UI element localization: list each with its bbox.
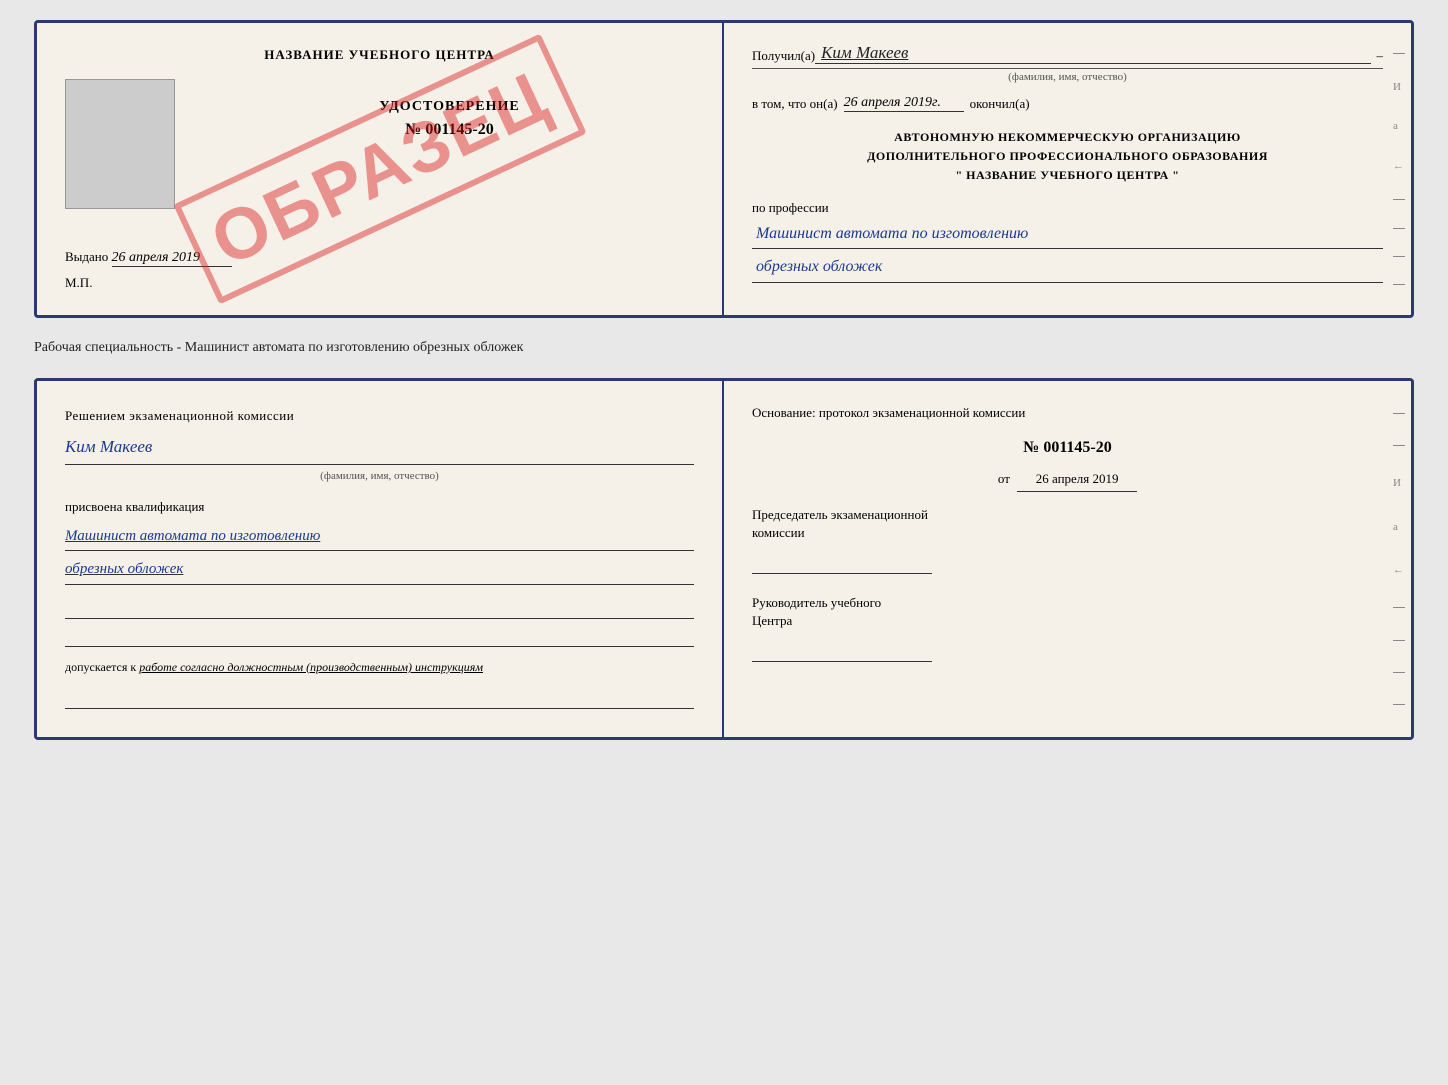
org-line2: ДОПОЛНИТЕЛЬНОГО ПРОФЕССИОНАЛЬНОГО ОБРАЗО… [752,147,1383,166]
profession-value1: Машинист автомата по изготовлению [752,220,1383,250]
допускается-value: работе согласно должностным (производств… [139,660,483,674]
edge2-char-И: И [1393,477,1405,489]
edge2-line-4 [1393,640,1405,641]
edge2-line-1 [1393,413,1405,414]
qual-label: присвоена квалификация [65,496,694,518]
issued-date: 26 апреля 2019 [112,250,232,267]
director-label: Руководитель учебного [752,594,1383,612]
person-name-subtitle: (фамилия, имя, отчество) [65,467,694,486]
profession-value2: обрезных обложек [752,253,1383,283]
top-document-pair: НАЗВАНИЕ УЧЕБНОГО ЦЕНТРА УДОСТОВЕРЕНИЕ №… [34,20,1414,318]
received-label: Получил(а) [752,48,815,64]
chairman-label: Председатель экзаменационной [752,506,1383,524]
photo-placeholder [65,79,175,209]
blank-line-2 [65,623,694,647]
edge-char-И: И [1393,81,1405,93]
edge2-line-6 [1393,704,1405,705]
name-subtitle-top: (фамилия, имя, отчество) [752,68,1383,83]
edge2-line-5 [1393,672,1405,673]
cert-mp: М.П. [65,275,694,291]
right-edge-deco: И а ← [1393,23,1405,315]
cert-issued: Выдано 26 апреля 2019 [65,249,694,267]
received-row: Получил(а) Ким Макеев – [752,43,1383,64]
допускается-block: допускается к работе согласно должностны… [65,657,694,677]
date-value: 26 апреля 2019г. [844,95,964,112]
edge-char-а: а [1393,120,1405,132]
protocol-date: от 26 апреля 2019 [752,467,1383,491]
date-prefix-bot: от [998,471,1010,486]
decision-label: Решением экзаменационной комиссии [65,405,694,427]
edge-char-arrow: ← [1393,160,1405,172]
basis-label: Основание: протокол экзаменационной коми… [752,401,1383,424]
blank-line-3 [65,685,694,709]
edge-line-5 [1393,284,1405,285]
edge2-char-а: а [1393,521,1405,533]
director-label2: Центра [752,612,1383,630]
org-line3: " НАЗВАНИЕ УЧЕБНОГО ЦЕНТРА " [752,166,1383,185]
cert-label: УДОСТОВЕРЕНИЕ [205,99,694,115]
exam-left-content: Решением экзаменационной комиссии Ким Ма… [65,405,694,709]
director-sig-line [752,634,932,662]
qual-value2: обрезных обложек [65,555,694,585]
issued-label: Выдано [65,249,108,264]
right-edge-deco-2: И а ← [1393,381,1405,737]
date-prefix: в том, что он(а) [752,96,838,112]
chairman-label2: комиссии [752,524,1383,542]
edge-line-2 [1393,199,1405,200]
protocol-number: № 001145-20 [752,434,1383,463]
org-block: АВТОНОМНУЮ НЕКОММЕРЧЕСКУЮ ОРГАНИЗАЦИЮ ДО… [752,128,1383,186]
org-line1: АВТОНОМНУЮ НЕКОММЕРЧЕСКУЮ ОРГАНИЗАЦИЮ [752,128,1383,147]
date-suffix: окончил(а) [970,96,1030,112]
chairman-sig-line [752,546,932,574]
person-name-block: Ким Макеев [65,433,694,465]
qual-value1: Машинист автомата по изготовлению [65,522,694,552]
chairman-block: Председатель экзаменационной комиссии [752,506,1383,574]
cert-left-title: НАЗВАНИЕ УЧЕБНОГО ЦЕНТРА [65,47,694,63]
edge2-char-arrow: ← [1393,564,1405,576]
dash1: – [1377,48,1384,64]
cert-right-page: Получил(а) Ким Макеев – (фамилия, имя, о… [724,23,1411,315]
person-name: Ким Макеев [65,437,152,456]
date-row: в том, что он(а) 26 апреля 2019г. окончи… [752,95,1383,112]
exam-left-page: Решением экзаменационной комиссии Ким Ма… [37,381,724,737]
profession-label: по профессии [752,200,1383,216]
edge-line-3 [1393,228,1405,229]
edge-line-4 [1393,256,1405,257]
допускается-label: допускается к [65,660,136,674]
cert-left-page: НАЗВАНИЕ УЧЕБНОГО ЦЕНТРА УДОСТОВЕРЕНИЕ №… [37,23,724,315]
received-name: Ким Макеев [815,43,1370,64]
cert-number: № 001145-20 [205,121,694,139]
edge-line-1 [1393,53,1405,54]
edge2-line-3 [1393,607,1405,608]
director-block: Руководитель учебного Центра [752,594,1383,662]
edge2-line-2 [1393,445,1405,446]
exam-right-content: Основание: протокол экзаменационной коми… [752,401,1383,662]
separator-text: Рабочая специальность - Машинист автомат… [34,334,1414,362]
protocol-date-value: 26 апреля 2019 [1017,467,1137,491]
cert-number-section: УДОСТОВЕРЕНИЕ № 001145-20 [205,79,694,219]
blank-line-1 [65,595,694,619]
bottom-document-pair: Решением экзаменационной комиссии Ким Ма… [34,378,1414,740]
exam-right-page: Основание: протокол экзаменационной коми… [724,381,1411,737]
